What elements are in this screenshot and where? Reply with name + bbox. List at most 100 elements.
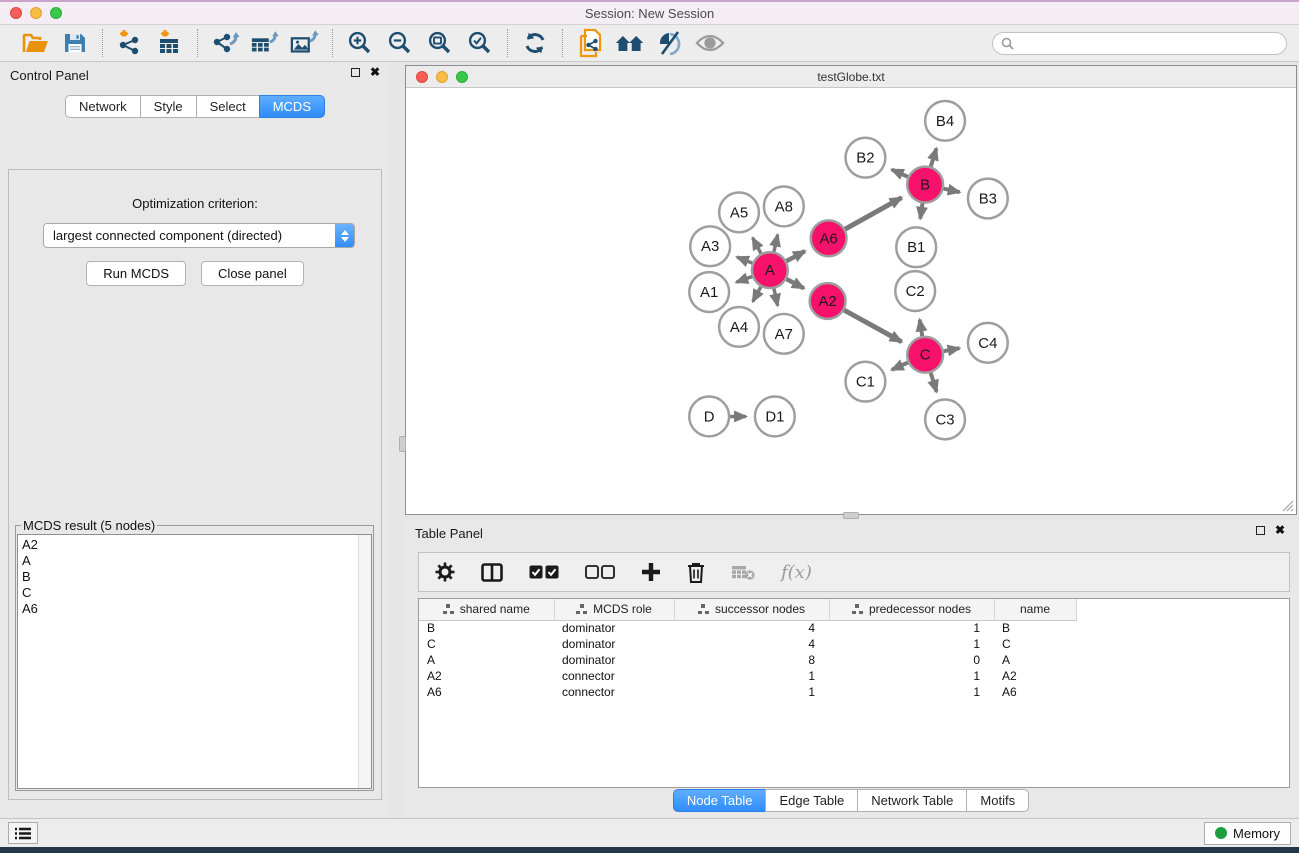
refresh-icon[interactable] xyxy=(520,28,550,58)
zoom-out-icon[interactable] xyxy=(385,28,415,58)
open-file-icon[interactable] xyxy=(20,28,50,58)
run-mcds-button[interactable]: Run MCDS xyxy=(86,261,186,286)
search-box[interactable] xyxy=(992,32,1287,55)
close-panel-icon[interactable]: ✖ xyxy=(370,68,380,77)
table-cell[interactable]: A6 xyxy=(419,684,554,700)
table-cell[interactable]: 0 xyxy=(829,652,994,668)
graph-node-A8[interactable]: A8 xyxy=(764,187,804,227)
memory-button[interactable]: Memory xyxy=(1204,822,1291,845)
column-header-successor-nodes[interactable]: successor nodes xyxy=(674,599,829,620)
tab-edge-table[interactable]: Edge Table xyxy=(765,789,858,812)
graph-node-A1[interactable]: A1 xyxy=(689,272,729,312)
graph-node-A7[interactable]: A7 xyxy=(764,314,804,354)
graph-node-B[interactable]: B xyxy=(907,167,943,203)
table-cell[interactable]: 1 xyxy=(829,620,994,636)
save-session-icon[interactable] xyxy=(60,28,90,58)
table-row[interactable]: Bdominator41B xyxy=(419,620,1076,636)
graph-node-B3[interactable]: B3 xyxy=(968,179,1008,219)
table-cell[interactable]: 4 xyxy=(674,620,829,636)
delete-table-icon[interactable] xyxy=(731,564,755,580)
table-cell[interactable]: 1 xyxy=(829,684,994,700)
export-network-icon[interactable] xyxy=(210,28,240,58)
result-item[interactable]: A xyxy=(22,553,371,569)
result-item[interactable]: C xyxy=(22,585,371,601)
mcds-result-listbox[interactable]: A2ABCA6 xyxy=(17,534,372,789)
graph-node-B1[interactable]: B1 xyxy=(896,227,936,267)
table-cell[interactable]: A2 xyxy=(994,668,1076,684)
tab-network[interactable]: Network xyxy=(65,95,141,118)
table-cell[interactable]: A6 xyxy=(994,684,1076,700)
search-input[interactable] xyxy=(1020,36,1278,50)
table-cell[interactable]: 1 xyxy=(829,636,994,652)
columns-icon[interactable] xyxy=(481,563,503,582)
graph-node-C4[interactable]: C4 xyxy=(968,323,1008,363)
zoom-in-icon[interactable] xyxy=(345,28,375,58)
tab-network-table[interactable]: Network Table xyxy=(857,789,967,812)
column-header-predecessor-nodes[interactable]: predecessor nodes xyxy=(829,599,994,620)
select-all-icon[interactable] xyxy=(529,565,559,579)
list-scrollbar[interactable] xyxy=(358,535,371,788)
deselect-all-icon[interactable] xyxy=(585,565,615,579)
network-canvas[interactable]: B4B2BB3A5A8A6A3B1AA1C2A2A4A7C4CC1C3DD1 xyxy=(406,89,1296,514)
graph-node-C[interactable]: C xyxy=(907,337,943,373)
close-panel-button[interactable]: Close panel xyxy=(201,261,304,286)
tab-motifs[interactable]: Motifs xyxy=(966,789,1029,812)
graph-node-B2[interactable]: B2 xyxy=(846,138,886,178)
table-cell[interactable]: 1 xyxy=(829,668,994,684)
table-cell[interactable]: dominator xyxy=(554,636,674,652)
graph-node-A3[interactable]: A3 xyxy=(690,226,730,266)
table-cell[interactable]: 1 xyxy=(674,668,829,684)
graph-node-C1[interactable]: C1 xyxy=(846,362,886,402)
table-cell[interactable]: connector xyxy=(554,668,674,684)
column-header-name[interactable]: name xyxy=(994,599,1076,620)
graph-node-C2[interactable]: C2 xyxy=(895,271,935,311)
tab-style[interactable]: Style xyxy=(140,95,197,118)
table-cell[interactable]: A xyxy=(994,652,1076,668)
graph-node-B4[interactable]: B4 xyxy=(925,101,965,141)
graph-node-A5[interactable]: A5 xyxy=(719,193,759,233)
graphics-details-icon[interactable] xyxy=(655,28,685,58)
home-icon[interactable] xyxy=(615,28,645,58)
table-cell[interactable]: dominator xyxy=(554,652,674,668)
table-cell[interactable]: C xyxy=(419,636,554,652)
table-row[interactable]: Cdominator41C xyxy=(419,636,1076,652)
table-cell[interactable]: C xyxy=(994,636,1076,652)
gear-icon[interactable] xyxy=(435,562,455,582)
graph-node-D1[interactable]: D1 xyxy=(755,397,795,437)
table-row[interactable]: A6connector11A6 xyxy=(419,684,1076,700)
graph-node-A2[interactable]: A2 xyxy=(810,283,846,319)
table-cell[interactable]: B xyxy=(419,620,554,636)
table-cell[interactable]: B xyxy=(994,620,1076,636)
table-cell[interactable]: A2 xyxy=(419,668,554,684)
table-cell[interactable]: connector xyxy=(554,684,674,700)
add-column-icon[interactable] xyxy=(641,562,661,582)
table-cell[interactable]: 4 xyxy=(674,636,829,652)
result-item[interactable]: A2 xyxy=(22,537,371,553)
table-cell[interactable]: dominator xyxy=(554,620,674,636)
function-builder-icon[interactable]: f(x) xyxy=(781,562,812,583)
graph-node-A[interactable]: A xyxy=(752,252,788,288)
tab-node-table[interactable]: Node Table xyxy=(673,789,767,812)
import-network-icon[interactable] xyxy=(115,28,145,58)
result-item[interactable]: A6 xyxy=(22,601,371,617)
export-table-icon[interactable] xyxy=(250,28,280,58)
column-header-shared-name[interactable]: shared name xyxy=(419,599,554,620)
table-row[interactable]: Adominator80A xyxy=(419,652,1076,668)
table-cell[interactable]: 8 xyxy=(674,652,829,668)
graph-node-D[interactable]: D xyxy=(689,397,729,437)
graph-node-A4[interactable]: A4 xyxy=(719,307,759,347)
float-panel-icon[interactable] xyxy=(351,68,360,77)
horizontal-splitter-handle[interactable] xyxy=(843,512,859,519)
result-item[interactable]: B xyxy=(22,569,371,585)
import-table-icon[interactable] xyxy=(155,28,185,58)
window-resize-grip[interactable] xyxy=(1281,499,1294,512)
table-row[interactable]: A2connector11A2 xyxy=(419,668,1076,684)
float-table-panel-icon[interactable] xyxy=(1256,526,1265,535)
graph-node-A6[interactable]: A6 xyxy=(811,220,847,256)
zoom-fit-icon[interactable] xyxy=(425,28,455,58)
clone-network-icon[interactable] xyxy=(575,28,605,58)
criterion-dropdown[interactable]: largest connected component (directed) xyxy=(43,223,355,248)
table-cell[interactable]: 1 xyxy=(674,684,829,700)
show-hide-icon[interactable] xyxy=(695,28,725,58)
delete-column-icon[interactable] xyxy=(687,562,705,583)
